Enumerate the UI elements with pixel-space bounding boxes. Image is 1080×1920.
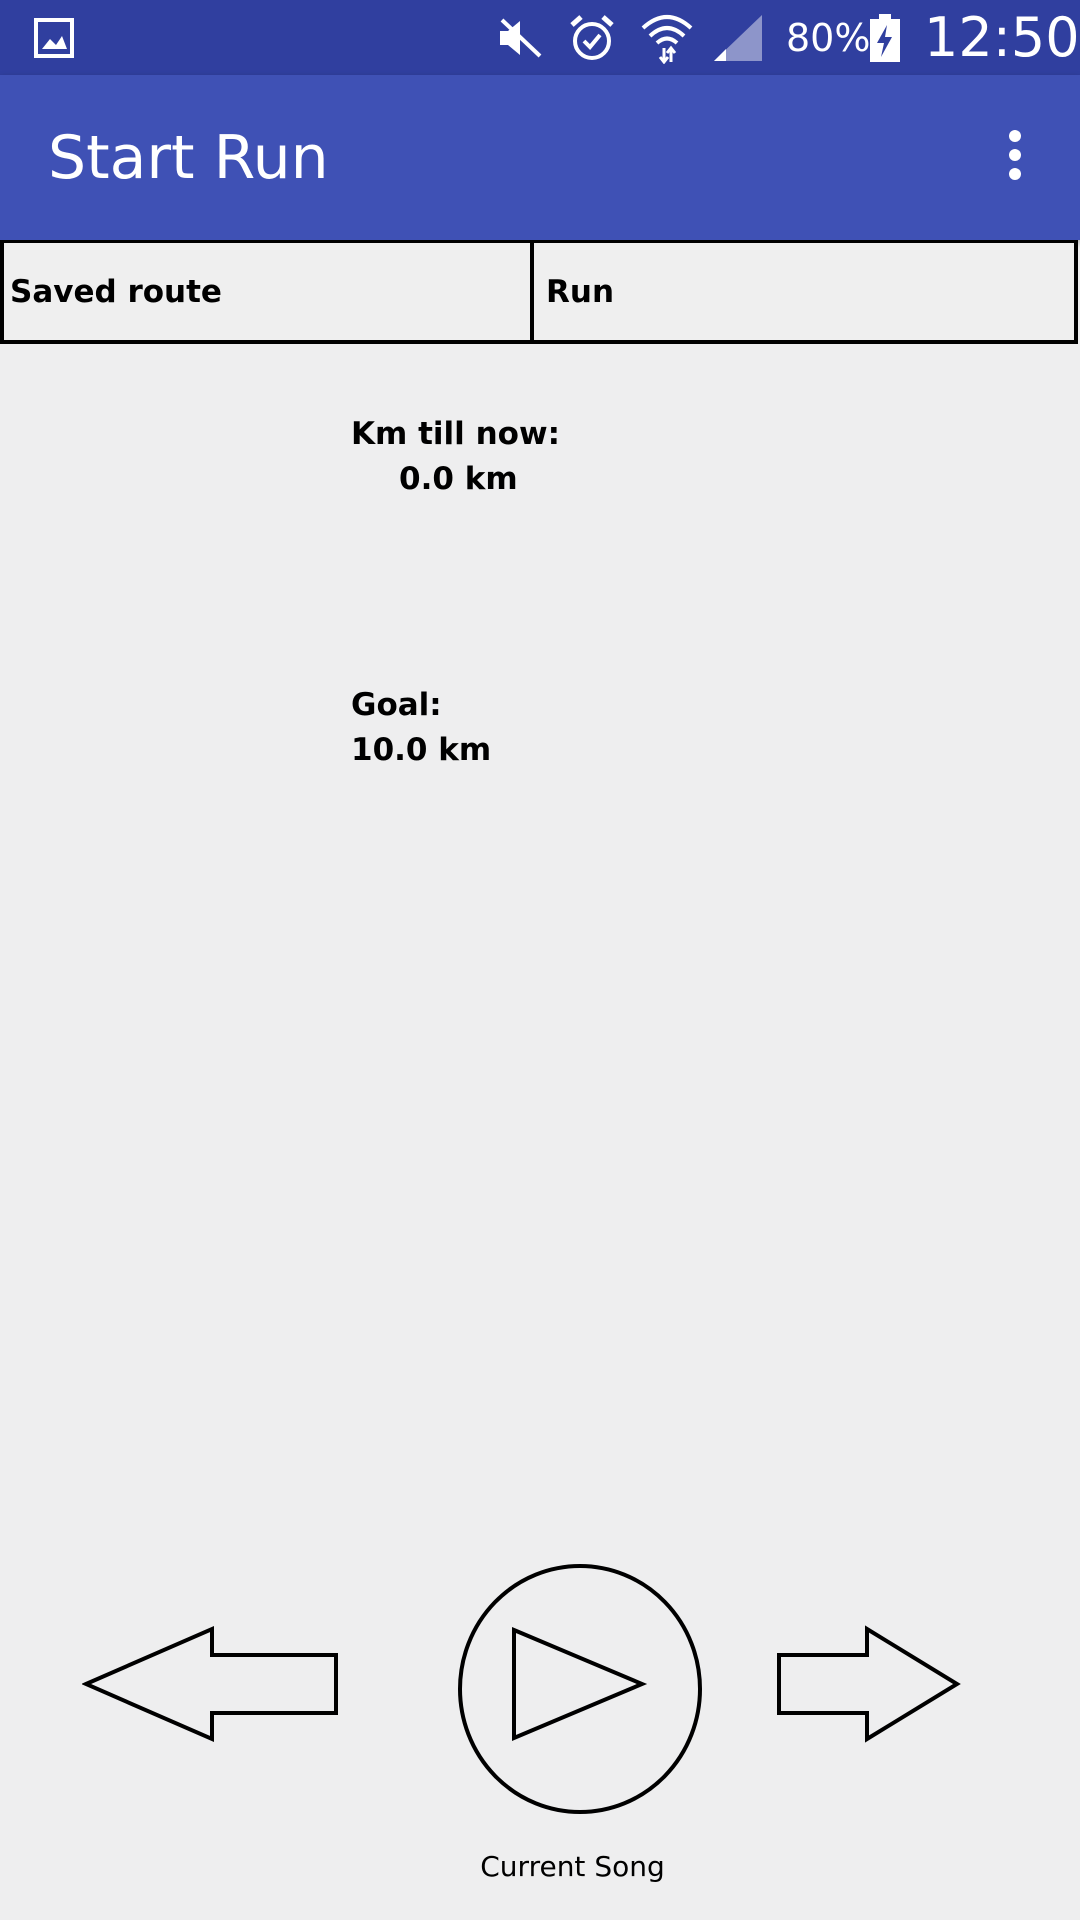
- battery-charging-icon: [868, 0, 902, 75]
- signal-icon: [712, 0, 764, 75]
- battery-percent: 80%: [786, 15, 871, 60]
- arrow-left-icon: [81, 1625, 338, 1743]
- more-vert-icon: [1009, 130, 1021, 180]
- goal-value: 10.0 km: [351, 732, 492, 768]
- current-song-label: Current Song: [480, 1850, 665, 1883]
- tab-saved-route-label: Saved route: [10, 273, 222, 310]
- mute-icon: [496, 0, 544, 75]
- arrow-right-icon: [777, 1625, 961, 1743]
- goal-label: Goal:: [351, 687, 442, 723]
- tab-run-label: Run: [546, 273, 615, 310]
- more-options-button[interactable]: [980, 120, 1050, 190]
- next-song-button[interactable]: [775, 1625, 961, 1743]
- km-till-now-label: Km till now:: [351, 416, 561, 452]
- gallery-icon: [34, 0, 74, 75]
- app-bar: Start Run: [0, 75, 1080, 240]
- alarm-icon: [568, 0, 616, 75]
- tab-run[interactable]: Run: [534, 243, 1074, 340]
- play-button[interactable]: [456, 1562, 704, 1816]
- status-bar: 80% 12:50: [0, 0, 1080, 75]
- clock: 12:50: [924, 6, 1080, 69]
- tab-saved-route[interactable]: Saved route: [4, 243, 534, 340]
- play-icon: [458, 1564, 702, 1814]
- page-title: Start Run: [48, 122, 329, 193]
- wifi-icon: [640, 0, 694, 75]
- tab-bar: Saved route Run: [0, 240, 1078, 344]
- previous-song-button[interactable]: [81, 1625, 340, 1743]
- km-till-now-value: 0.0 km: [399, 461, 518, 497]
